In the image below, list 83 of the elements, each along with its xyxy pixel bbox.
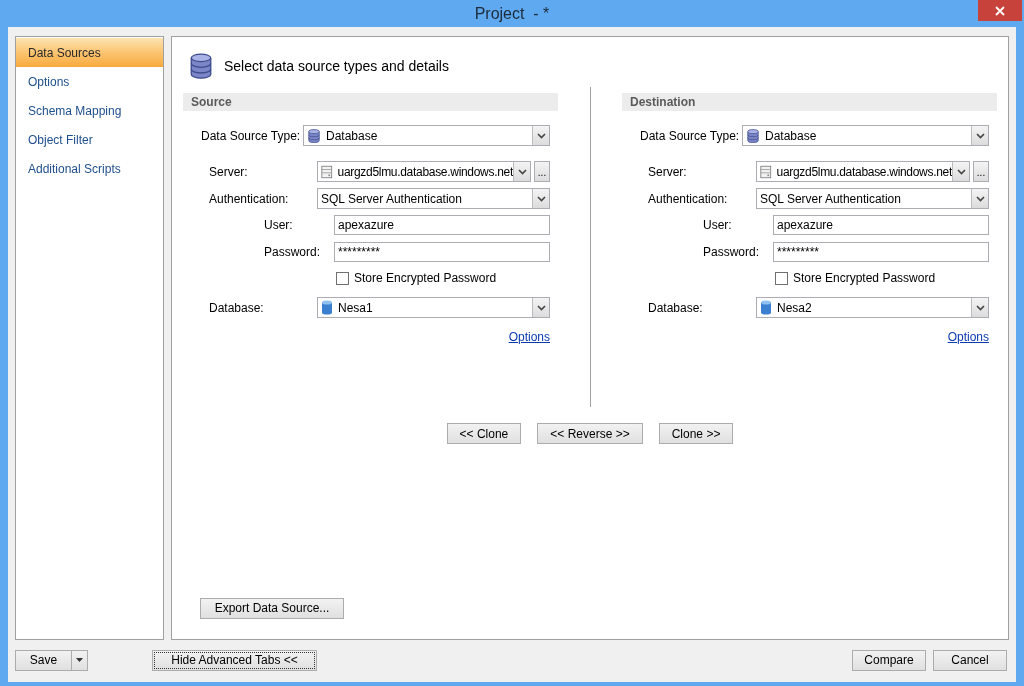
dropdown-button[interactable] <box>532 298 549 317</box>
field-label: Authentication: <box>209 190 290 208</box>
combo-value: Database <box>765 127 817 145</box>
checkbox-label: Store Encrypted Password <box>793 270 936 287</box>
checkbox[interactable] <box>336 271 349 285</box>
dropdown-button[interactable] <box>952 162 969 181</box>
field-label: Password: <box>703 243 761 261</box>
chevron-down-icon <box>536 195 546 202</box>
user-field[interactable]: apexazure <box>334 214 550 235</box>
field-label: Data Source Type: <box>640 127 741 145</box>
server-icon <box>321 163 333 180</box>
sidebar-item[interactable]: Options <box>16 67 163 96</box>
chevron-down-icon <box>975 132 985 139</box>
server-dropdown[interactable]: uargzd5lmu.database.windows.net <box>756 161 970 182</box>
chevron-down-icon <box>956 168 966 175</box>
chevron-down-icon <box>536 304 546 311</box>
cancel-button[interactable]: Cancel <box>933 649 1007 671</box>
server-icon <box>760 163 772 180</box>
browse-button[interactable]: ... <box>534 161 550 182</box>
authentication-dropdown[interactable]: SQL Server Authentication <box>756 188 989 209</box>
field-label: Data Source Type: <box>201 127 302 145</box>
catalog-dropdown[interactable]: Nesa1 <box>317 297 550 318</box>
password-field[interactable]: ********* <box>773 241 989 262</box>
hide-advanced-tabs-button[interactable]: Hide Advanced Tabs << <box>152 649 317 671</box>
combo-value: uargzd5lmu.database.windows.net <box>776 163 952 181</box>
clone-button[interactable]: << Clone <box>446 423 522 444</box>
user-field[interactable]: apexazure <box>773 214 989 235</box>
database-icon <box>321 300 333 315</box>
combo-value: uargzd5lmu.database.windows.net <box>337 163 513 181</box>
section-header: Source <box>183 93 558 111</box>
caret-icon <box>76 658 83 662</box>
data-source-type-dropdown[interactable]: Database <box>742 125 989 146</box>
field-label: User: <box>703 216 733 234</box>
dropdown-button[interactable] <box>532 189 549 208</box>
window-title: Project - * <box>474 3 550 24</box>
browse-button[interactable]: ... <box>973 161 989 182</box>
dropdown-button[interactable] <box>971 189 988 208</box>
checkbox-label: Store Encrypted Password <box>354 270 497 287</box>
combo-value: Nesa2 <box>777 299 812 317</box>
save-button[interactable]: Save <box>15 649 88 671</box>
database-icon <box>760 300 772 315</box>
compare-button[interactable]: Compare <box>852 649 926 671</box>
dropdown-button[interactable] <box>513 162 530 181</box>
database-icon <box>746 128 760 143</box>
chevron-down-icon <box>517 168 527 175</box>
combo-value: Nesa1 <box>338 299 373 317</box>
sidebar-item[interactable]: Additional Scripts <box>16 154 163 183</box>
page-title: Select data source types and details <box>224 56 449 76</box>
chevron-down-icon <box>536 132 546 139</box>
checkbox[interactable] <box>775 271 788 285</box>
field-label: Server: <box>209 163 249 181</box>
close-icon <box>995 5 1005 16</box>
dropdown-button[interactable] <box>971 298 988 317</box>
close-button[interactable] <box>978 0 1022 21</box>
database-icon <box>307 128 321 143</box>
authentication-dropdown[interactable]: SQL Server Authentication <box>317 188 550 209</box>
server-dropdown[interactable]: uargzd5lmu.database.windows.net <box>317 161 531 182</box>
field-label: Database: <box>209 299 265 317</box>
field-label: Database: <box>648 299 704 317</box>
export-button[interactable]: Export Data Source... <box>200 597 344 619</box>
options-link[interactable]: Options <box>947 328 989 346</box>
section-header: Destination <box>622 93 997 111</box>
chevron-down-icon <box>975 304 985 311</box>
password-field[interactable]: ********* <box>334 241 550 262</box>
dropdown-button[interactable] <box>971 126 988 145</box>
catalog-dropdown[interactable]: Nesa2 <box>756 297 989 318</box>
field-label: Server: <box>648 163 688 181</box>
combo-value: Database <box>326 127 378 145</box>
sidebar-item[interactable]: Data Sources <box>16 38 163 67</box>
combo-value: SQL Server Authentication <box>321 190 462 208</box>
options-link[interactable]: Options <box>508 328 550 346</box>
field-label: Password: <box>264 243 322 261</box>
clone-button[interactable]: << Reverse >> <box>537 423 643 444</box>
field-label: Authentication: <box>648 190 729 208</box>
combo-value: SQL Server Authentication <box>760 190 901 208</box>
chevron-down-icon <box>975 195 985 202</box>
data-source-type-dropdown[interactable]: Database <box>303 125 550 146</box>
database-icon <box>188 53 214 79</box>
clone-button[interactable]: Clone >> <box>658 423 734 444</box>
sidebar-item[interactable]: Object Filter <box>16 125 163 154</box>
sidebar-item[interactable]: Schema Mapping <box>16 96 163 125</box>
field-label: User: <box>264 216 294 234</box>
dropdown-button[interactable] <box>532 126 549 145</box>
